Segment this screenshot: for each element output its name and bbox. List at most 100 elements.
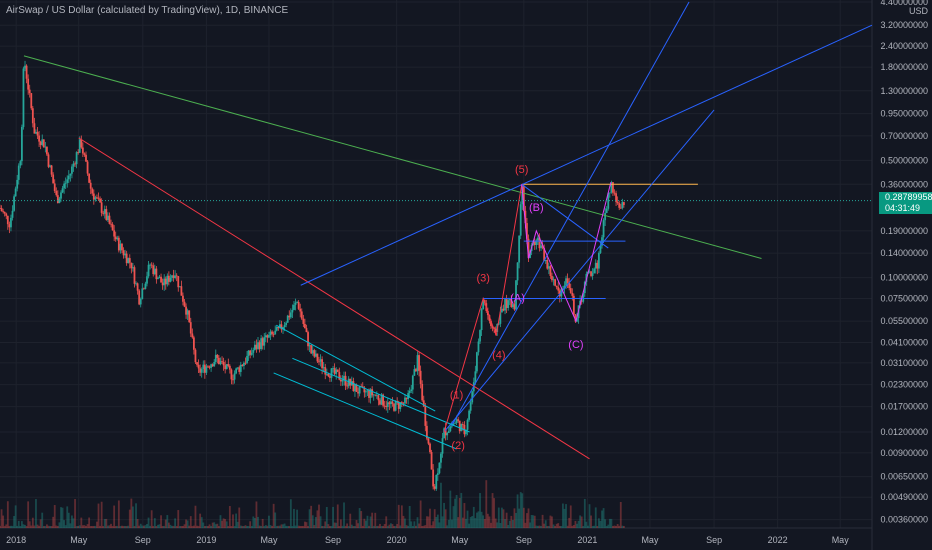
candle-body xyxy=(616,201,619,204)
volume-bar xyxy=(430,525,433,528)
volume-bar xyxy=(566,525,569,528)
volume-bar xyxy=(99,525,101,528)
volume-bar xyxy=(480,511,483,528)
candle-body xyxy=(264,335,267,338)
volume-bar xyxy=(338,526,341,528)
candle-body xyxy=(258,342,261,350)
candle-body xyxy=(136,283,139,291)
volume-bar xyxy=(469,517,472,528)
y-tick-label: 0.10000000 xyxy=(880,273,928,283)
candle-body xyxy=(441,438,444,454)
volume-bar xyxy=(272,503,275,528)
y-tick-label: 1.30000000 xyxy=(880,86,928,96)
candle-body xyxy=(155,268,158,280)
volume-bar xyxy=(22,524,25,528)
volume-bar xyxy=(502,509,505,528)
volume-bar xyxy=(560,526,563,528)
volume-bar xyxy=(5,524,8,528)
candle-body xyxy=(386,402,389,408)
candle-body xyxy=(72,163,75,167)
candle-body xyxy=(153,268,156,275)
candle-body xyxy=(618,203,621,208)
volume-bar xyxy=(291,525,294,528)
volume-bar xyxy=(224,519,227,528)
candle-body xyxy=(533,241,536,245)
volume-bar xyxy=(446,525,449,528)
volume-bar xyxy=(585,521,588,528)
volume-bar xyxy=(527,508,530,528)
candle-body xyxy=(547,266,550,269)
candle-body xyxy=(139,298,142,305)
candle-body xyxy=(224,365,227,370)
volume-bar xyxy=(418,523,420,528)
volume-bar xyxy=(579,515,582,528)
volume-bar xyxy=(357,523,359,528)
candle-body xyxy=(594,262,597,269)
volume-bar xyxy=(538,525,541,528)
volume-bar xyxy=(86,524,89,528)
candle-body xyxy=(321,359,324,369)
volume-bar xyxy=(41,512,44,528)
volume-bar xyxy=(522,507,525,528)
candle-body xyxy=(416,355,419,372)
y-tick-label: 0.00360000 xyxy=(880,515,928,525)
volume-bar xyxy=(587,525,589,528)
volume-bar xyxy=(450,519,453,528)
candle-body xyxy=(302,318,305,324)
volume-bar xyxy=(318,504,320,528)
price-chart[interactable]: (5)(3)(4)(1)(2)(B)(A)(C) 4.400000003.200… xyxy=(0,0,932,550)
volume-bar xyxy=(608,518,611,528)
volume-bar xyxy=(102,525,105,528)
candle-body xyxy=(257,342,259,349)
candle-body xyxy=(247,350,250,356)
volume-bar xyxy=(13,516,15,528)
volume-bar xyxy=(50,525,53,528)
volume-bar xyxy=(192,525,195,528)
volume-bar xyxy=(452,506,455,528)
x-tick-label: Sep xyxy=(325,535,341,545)
candle-body xyxy=(230,369,233,380)
candle-body xyxy=(216,354,219,358)
candle-body xyxy=(10,217,12,228)
volume-bar xyxy=(14,505,17,528)
volume-bar xyxy=(208,524,211,528)
volume-bar xyxy=(11,525,14,528)
candle-body xyxy=(375,395,378,397)
y-tick-label: 0.05500000 xyxy=(880,316,928,326)
candle-body xyxy=(354,384,356,392)
volume-bar xyxy=(533,515,536,528)
candle-body xyxy=(163,278,166,286)
volume-bar xyxy=(593,525,596,528)
volume-bar xyxy=(53,505,56,528)
candle-body xyxy=(0,208,3,212)
volume-bar xyxy=(271,525,273,528)
volume-bar xyxy=(169,524,172,528)
x-tick-label: 2018 xyxy=(6,535,26,545)
volume-bar xyxy=(394,525,397,528)
candle-body xyxy=(307,332,309,347)
candle-body xyxy=(608,192,611,194)
volume-bar xyxy=(186,520,189,528)
candle-body xyxy=(421,383,424,401)
candle-body xyxy=(214,354,217,362)
volume-bar xyxy=(382,525,384,528)
volume-bar xyxy=(435,516,438,528)
candle-body xyxy=(28,89,31,94)
candle-body xyxy=(175,275,178,277)
volume-bar xyxy=(100,501,103,528)
candle-body xyxy=(551,276,553,281)
volume-bar xyxy=(408,505,411,528)
volume-bar xyxy=(399,525,402,528)
candle-body xyxy=(311,350,314,354)
volume-bar xyxy=(58,522,61,528)
x-tick-label: May xyxy=(832,535,850,545)
candle-body xyxy=(77,152,80,153)
volume-bar xyxy=(39,519,42,528)
volume-bar xyxy=(410,521,413,528)
candle-body xyxy=(440,453,442,463)
candle-body xyxy=(183,301,186,307)
volume-bar xyxy=(577,520,580,528)
volume-bar xyxy=(16,525,19,528)
candle-body xyxy=(161,282,164,286)
volume-bar xyxy=(238,507,241,528)
